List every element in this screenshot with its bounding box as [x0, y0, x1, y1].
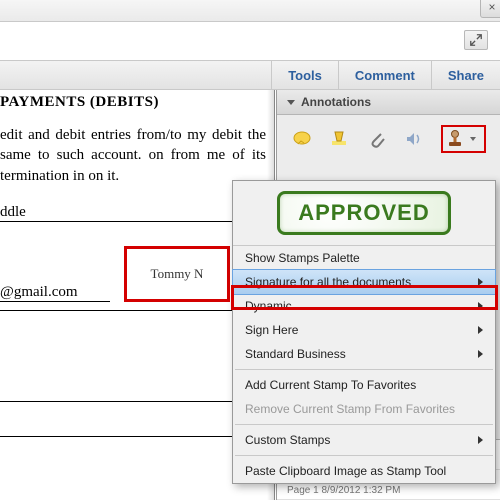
name-field: ddle [0, 204, 266, 222]
tools-tab[interactable]: Tools [271, 61, 338, 89]
menu-paste-clipboard-stamp[interactable]: Paste Clipboard Image as Stamp Tool [233, 459, 495, 483]
menu-label: Add Current Stamp To Favorites [245, 378, 416, 392]
submenu-arrow-icon [478, 326, 483, 334]
annotations-title: Annotations [301, 95, 371, 109]
submenu-arrow-icon [478, 350, 483, 358]
menu-separator [235, 369, 493, 370]
annotation-tools-row [277, 115, 500, 163]
close-window-button[interactable]: × [480, 0, 500, 18]
expand-panel-button[interactable] [464, 30, 488, 50]
menu-label: Signature for all the documents [245, 275, 411, 289]
main-toolbar: Tools Comment Share [0, 60, 500, 90]
submenu-arrow-icon [478, 278, 483, 286]
menu-separator [235, 424, 493, 425]
divider [0, 436, 266, 437]
collapse-icon [287, 100, 295, 105]
menu-separator [235, 455, 493, 456]
menu-signature-all-documents[interactable]: Signature for all the documents [232, 269, 496, 295]
menu-label: Show Stamps Palette [245, 251, 360, 265]
audio-tool[interactable] [404, 129, 426, 149]
highlight-tool[interactable] [329, 129, 351, 149]
menu-show-stamps-palette[interactable]: Show Stamps Palette [233, 246, 495, 270]
menu-label: Paste Clipboard Image as Stamp Tool [245, 464, 446, 478]
menu-label: Standard Business [245, 347, 346, 361]
menu-label: Sign Here [245, 323, 298, 337]
sticky-note-icon [292, 129, 312, 149]
email-field: @gmail.com [0, 284, 110, 302]
menu-custom-stamps[interactable]: Custom Stamps [233, 428, 495, 452]
menu-dynamic[interactable]: Dynamic [233, 294, 495, 318]
comment-tab[interactable]: Comment [338, 61, 431, 89]
menu-add-favorite[interactable]: Add Current Stamp To Favorites [233, 373, 495, 397]
menu-sign-here[interactable]: Sign Here [233, 318, 495, 342]
highlight-icon [329, 129, 349, 149]
window-titlebar: × [0, 0, 500, 22]
approved-stamp: APPROVED [277, 191, 450, 235]
stamp-tool[interactable] [441, 125, 486, 153]
doc-heading: PAYMENTS (DEBITS) [0, 94, 266, 111]
approved-stamp-preview[interactable]: APPROVED [233, 181, 495, 246]
divider [0, 310, 266, 311]
attachment-icon [367, 129, 387, 149]
stamp-icon [445, 129, 465, 149]
submenu-arrow-icon [478, 302, 483, 310]
expand-icon [469, 33, 483, 47]
chevron-down-icon [470, 137, 476, 141]
stamp-context-menu: APPROVED Show Stamps Palette Signature f… [232, 180, 496, 484]
doc-body-text: edit and debit entries from/to my debit … [0, 125, 266, 186]
divider [0, 401, 266, 402]
menu-standard-business[interactable]: Standard Business [233, 342, 495, 366]
sticky-note-tool[interactable] [291, 129, 313, 149]
comment-meta: Page 1 8/9/2012 1:32 PM [287, 485, 490, 496]
menu-label: Dynamic [245, 299, 292, 313]
audio-icon [404, 129, 424, 149]
signature-stamp[interactable]: Tommy N [124, 246, 230, 302]
annotations-panel-header[interactable]: Annotations [277, 90, 500, 115]
attachment-tool[interactable] [366, 129, 388, 149]
share-tab[interactable]: Share [431, 61, 500, 89]
submenu-arrow-icon [478, 436, 483, 444]
menu-label: Remove Current Stamp From Favorites [245, 402, 455, 416]
menu-remove-favorite: Remove Current Stamp From Favorites [233, 397, 495, 421]
menu-label: Custom Stamps [245, 433, 330, 447]
